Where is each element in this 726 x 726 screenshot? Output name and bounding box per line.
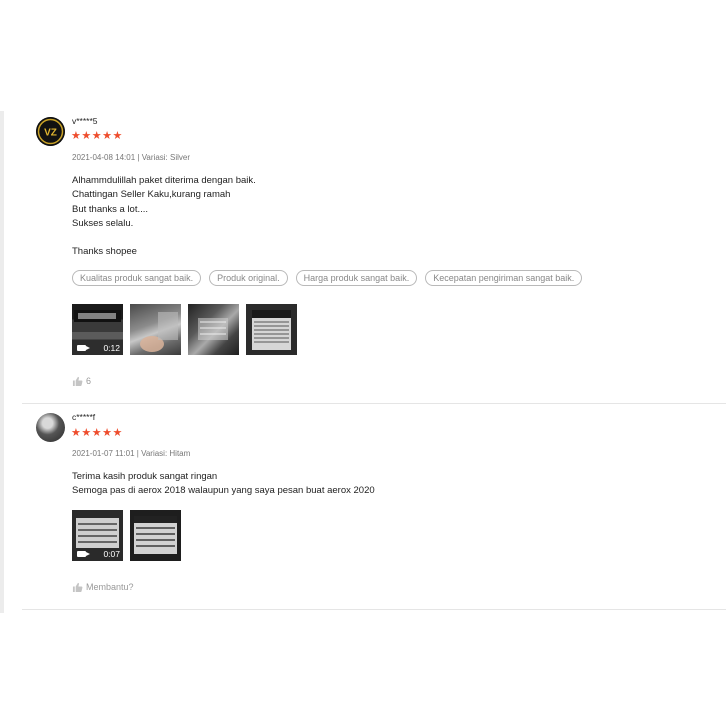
video-thumbnail[interactable]: 0:07	[72, 510, 123, 561]
review-tag: Kualitas produk sangat baik.	[72, 270, 202, 286]
photo-thumbnail[interactable]	[188, 304, 239, 355]
comment-line: Semoga pas di aerox 2018 walaupun yang s…	[72, 485, 375, 497]
review-tag: Harga produk sangat baik.	[295, 270, 418, 286]
comment-line: But thanks a lot....	[72, 203, 149, 215]
video-camera-icon	[77, 551, 90, 557]
review-tags: Kualitas produk sangat baik. Produk orig…	[72, 270, 583, 286]
username[interactable]: c*****f	[72, 412, 95, 422]
comment-line: Thanks shopee	[72, 246, 137, 258]
review-item: c*****f ★★★★★ 2021-01-07 11:01 | Variasi…	[22, 404, 726, 610]
comment-line: Terima kasih produk sangat ringan	[72, 471, 218, 482]
helpful-button[interactable]: 6	[72, 376, 91, 386]
helpful-button[interactable]: Membantu?	[72, 582, 134, 592]
review-item: VZ v*****5 ★★★★★ 2021-04-08 14:01 | Vari…	[22, 111, 726, 404]
star-rating: ★★★★★	[71, 427, 123, 439]
review-meta: 2021-01-07 11:01 | Variasi: Hitam	[72, 449, 191, 458]
left-rule	[0, 111, 4, 613]
svg-text:VZ: VZ	[44, 128, 57, 139]
review-media: 0:12	[72, 304, 297, 355]
comment-line	[72, 231, 256, 245]
comment-line: Chattingan Seller Kaku,kurang ramah	[72, 189, 231, 201]
thumb-up-icon	[72, 582, 83, 592]
photo-graphic	[140, 312, 178, 352]
photo-thumbnail[interactable]	[130, 510, 181, 561]
video-duration: 0:12	[103, 343, 120, 353]
avatar-logo: VZ	[36, 117, 65, 146]
avatar[interactable]	[36, 413, 65, 442]
review-meta: 2021-04-08 14:01 | Variasi: Silver	[72, 153, 190, 162]
video-camera-icon	[77, 345, 90, 351]
star-rating: ★★★★★	[71, 130, 123, 142]
username[interactable]: v*****5	[72, 116, 98, 126]
review-tag: Produk original.	[209, 270, 288, 286]
thumb-up-icon	[72, 376, 83, 386]
video-thumbnail[interactable]: 0:12	[72, 304, 123, 355]
photo-graphic	[198, 318, 228, 340]
video-duration: 0:07	[103, 549, 120, 559]
photo-graphic	[252, 310, 291, 350]
avatar[interactable]: VZ	[36, 117, 65, 146]
review-comment: Alhammdulillah paket diterima dengan bai…	[72, 174, 256, 260]
review-tag: Kecepatan pengiriman sangat baik.	[425, 270, 583, 286]
photo-thumbnail[interactable]	[246, 304, 297, 355]
comment-line: Alhammdulillah paket diterima dengan bai…	[72, 175, 256, 186]
comment-line: Sukses selalu.	[72, 217, 134, 229]
review-comment: Terima kasih produk sangat ringan Semoga…	[72, 470, 375, 499]
photo-graphic	[134, 516, 177, 554]
review-media: 0:07	[72, 510, 181, 561]
photo-thumbnail[interactable]	[130, 304, 181, 355]
helpful-count: 6	[86, 376, 92, 386]
helpful-label: Membantu?	[86, 582, 134, 592]
video-frame-graphic	[74, 310, 121, 322]
